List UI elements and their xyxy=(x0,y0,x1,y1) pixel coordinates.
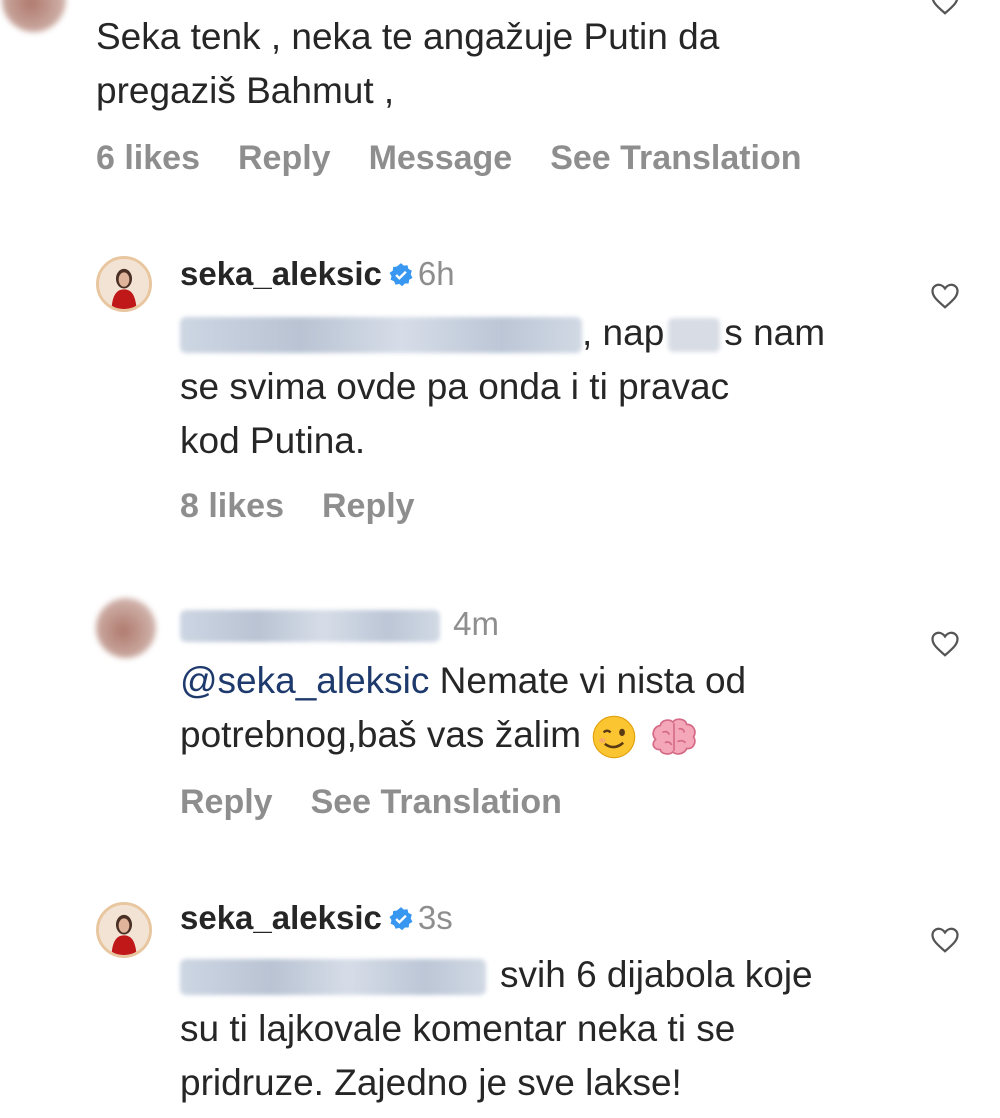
comment-text: @seka_aleksic Nemate vi nista od potrebn… xyxy=(180,654,900,762)
timestamp: 4m xyxy=(453,605,500,642)
comment-text: Seka tenk , neka te angažuje Putin da pr… xyxy=(96,16,720,111)
reply-button[interactable]: Reply xyxy=(322,487,415,525)
likes-count[interactable]: 6 likes xyxy=(96,139,200,177)
comment-text: svih 6 dijabola koje su ti lajkovale kom… xyxy=(180,954,813,1103)
winking-face-icon xyxy=(593,715,636,759)
comment-actions: Reply See Translation xyxy=(180,782,600,822)
verified-badge-icon xyxy=(389,907,413,931)
comment-actions: 8 likes Reply xyxy=(180,486,453,526)
message-button[interactable]: Message xyxy=(369,139,513,177)
mention-link[interactable]: @seka_aleksic xyxy=(180,660,429,701)
verified-badge-icon xyxy=(389,263,413,287)
comment-text: , nap s nam se svima ovde pa onda i ti pr… xyxy=(180,312,826,461)
timestamp: 3s xyxy=(417,899,453,936)
reply-button[interactable]: Reply xyxy=(180,783,273,821)
see-translation-button[interactable]: See Translation xyxy=(550,139,801,177)
heart-icon[interactable] xyxy=(930,926,960,954)
username[interactable]: seka_aleksic xyxy=(180,255,382,292)
redacted-word xyxy=(668,318,721,353)
reply-button[interactable]: Reply xyxy=(238,139,331,177)
redacted-username xyxy=(180,610,440,643)
heart-icon[interactable] xyxy=(930,0,960,16)
avatar[interactable] xyxy=(2,0,66,32)
comment-header: 4m xyxy=(180,604,499,644)
comment-header: seka_aleksic 6h xyxy=(180,254,455,294)
redacted-username xyxy=(180,959,486,996)
likes-count[interactable]: 8 likes xyxy=(180,487,284,525)
redacted-username xyxy=(180,317,582,354)
heart-icon[interactable] xyxy=(930,630,960,658)
avatar[interactable] xyxy=(96,902,152,958)
heart-icon[interactable] xyxy=(930,282,960,310)
comment-header: seka_aleksic 3s xyxy=(180,898,453,938)
comment-actions: 6 likes Reply Message See Translation xyxy=(96,138,840,178)
see-translation-button[interactable]: See Translation xyxy=(311,783,562,821)
username[interactable]: seka_aleksic xyxy=(180,899,382,936)
brain-icon xyxy=(651,718,696,756)
timestamp: 6h xyxy=(417,255,455,292)
avatar[interactable] xyxy=(96,256,152,312)
avatar[interactable] xyxy=(96,598,156,658)
